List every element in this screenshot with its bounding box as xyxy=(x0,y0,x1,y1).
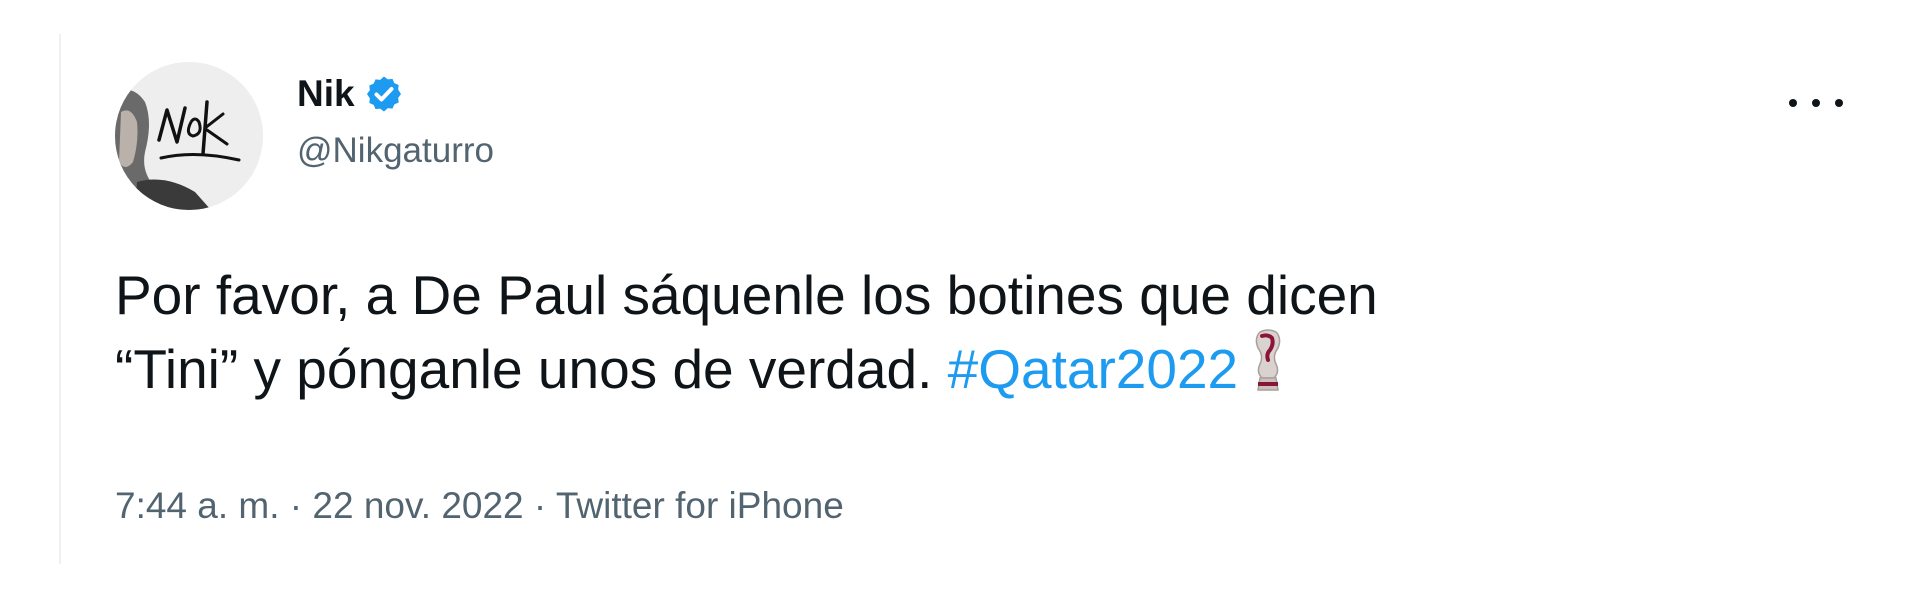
author-name-row: Nik xyxy=(297,72,494,116)
tweet-header: Nik @Nikgaturro xyxy=(297,72,494,172)
tweet-text-line-2: “Tini” y pónganle unos de verdad. #Qatar… xyxy=(115,328,1835,402)
tweet-text-line-1: Por favor, a De Paul sáquenle los botine… xyxy=(115,264,1378,326)
author-name[interactable]: Nik xyxy=(297,72,355,116)
meta-separator-2: · xyxy=(523,485,556,526)
hashtag-link[interactable]: #Qatar2022 xyxy=(948,338,1239,400)
more-options-button[interactable] xyxy=(1789,90,1843,116)
more-horizontal-icon xyxy=(1789,99,1797,107)
tweet-source-link[interactable]: Twitter for iPhone xyxy=(556,485,844,526)
verified-badge-icon xyxy=(364,74,404,114)
avatar-image xyxy=(115,62,263,210)
left-divider xyxy=(59,34,61,564)
author-handle[interactable]: @Nikgaturro xyxy=(297,130,494,172)
tweet-metadata: 7:44 a. m. · 22 nov. 2022 · Twitter for … xyxy=(115,484,844,528)
tweet-date-link[interactable]: 22 nov. 2022 xyxy=(312,485,523,526)
world-cup-trophy-icon xyxy=(1246,328,1290,396)
tweet-text: Por favor, a De Paul sáquenle los botine… xyxy=(115,262,1835,402)
tweet-time-link[interactable]: 7:44 a. m. xyxy=(115,485,280,526)
tweet-card: Nik @Nikgaturro Por favor, a De Paul sáq… xyxy=(115,62,1855,542)
more-horizontal-icon-dot xyxy=(1812,99,1820,107)
more-horizontal-icon-dot xyxy=(1835,99,1843,107)
avatar[interactable] xyxy=(115,62,263,210)
meta-separator: · xyxy=(279,485,313,526)
tweet-text-line-2-text: “Tini” y pónganle unos de verdad. xyxy=(115,338,933,400)
tweet-page: Nik @Nikgaturro Por favor, a De Paul sáq… xyxy=(0,0,1920,600)
